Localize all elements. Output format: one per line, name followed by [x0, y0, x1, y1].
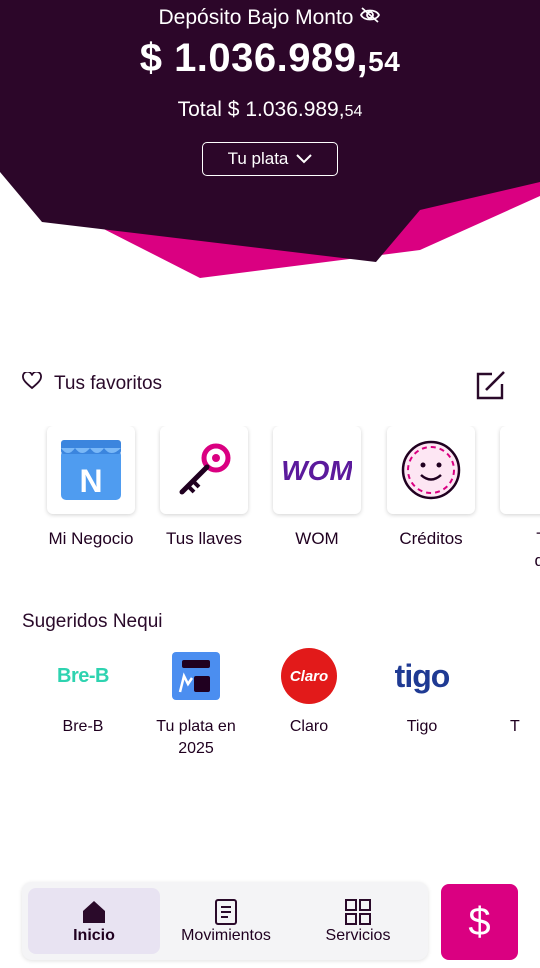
favorite-label: Mi Negocio: [48, 529, 134, 548]
suggested-bre-b[interactable]: Bre-B Bre-B: [28, 646, 138, 738]
suggested-label: Tigo: [406, 718, 438, 735]
smiley-coin-icon: [387, 426, 475, 514]
suggested-tigo[interactable]: tigo Tigo: [367, 646, 477, 738]
tu-plata-label: Tu plata: [227, 149, 289, 168]
suggested-title: Sugeridos Nequi: [22, 611, 163, 632]
claro-logo: Claro: [254, 646, 364, 706]
pay-button[interactable]: $: [441, 884, 518, 960]
tigo-logo: tigo: [394, 657, 451, 694]
store-n-icon: N: [47, 426, 135, 514]
chevron-down-icon: [296, 149, 313, 169]
tu-plata-2025-icon: [141, 646, 251, 706]
home-icon: [81, 897, 107, 927]
favorites-list: N Mi Negocio Tus llaves WOM WOM Créditos…: [0, 426, 540, 586]
favorite-partial[interactable]: Trde: [498, 426, 540, 572]
suggested-label: Tu plata en 2025: [156, 718, 236, 757]
suggested-partial[interactable]: T: [480, 646, 540, 738]
svg-text:N: N: [79, 463, 102, 499]
favorite-tus-llaves[interactable]: Tus llaves: [158, 426, 250, 550]
deposit-title-text: Depósito Bajo Monto: [158, 6, 354, 29]
partial-icon: [480, 646, 540, 706]
wom-logo: WOM: [273, 426, 361, 514]
favorite-label: Trde: [534, 529, 540, 570]
favorite-label: WOM: [295, 529, 339, 548]
nav-label: Movimientos: [181, 927, 271, 944]
suggested-label: T: [510, 718, 520, 735]
document-icon: [213, 897, 239, 927]
nav-inicio[interactable]: Inicio: [28, 888, 160, 954]
edit-favorites-icon[interactable]: [472, 368, 508, 404]
balance-main: $ 1.036.989,: [139, 36, 369, 80]
dollar-icon: $: [468, 899, 491, 944]
nav-movimientos[interactable]: Movimientos: [160, 888, 292, 954]
suggested-tu-plata-2025[interactable]: Tu plata en 2025: [141, 646, 251, 760]
eye-slash-icon[interactable]: [359, 6, 381, 30]
total-cents: 54: [344, 103, 363, 120]
tu-plata-button[interactable]: Tu plata: [202, 142, 338, 176]
favorite-label: Tus llaves: [166, 529, 242, 548]
deposit-title: Depósito Bajo Monto: [0, 6, 540, 30]
favorites-title: Tus favoritos: [54, 373, 163, 394]
nav-label: Servicios: [325, 927, 391, 944]
partial-icon: [500, 426, 540, 514]
bre-b-logo: Bre-B: [57, 664, 109, 687]
favorite-wom[interactable]: WOM WOM: [271, 426, 363, 550]
svg-text:WOM: WOM: [282, 455, 352, 486]
favorite-creditos[interactable]: Créditos: [385, 426, 477, 550]
nav-label: Inicio: [73, 927, 115, 944]
total-main: Total $ 1.036.989,: [177, 98, 345, 121]
favorite-label: Créditos: [399, 529, 463, 548]
key-icon: [160, 426, 248, 514]
nav-servicios[interactable]: Servicios: [292, 888, 424, 954]
favorite-mi-negocio[interactable]: N Mi Negocio: [45, 426, 137, 550]
balance-cents: 54: [368, 46, 401, 77]
grid-icon: [344, 897, 372, 927]
total-amount: Total $ 1.036.989,54: [0, 98, 540, 122]
suggested-claro[interactable]: Claro Claro: [254, 646, 364, 738]
favorites-header: Tus favoritos: [22, 370, 163, 396]
suggested-list: Bre-B Bre-B Tu plata en 2025 Claro Claro…: [0, 646, 540, 776]
balance-amount: $ 1.036.989,54: [0, 36, 540, 81]
heart-icon: [22, 370, 42, 396]
suggested-label: Bre-B: [62, 718, 104, 735]
suggested-label: Claro: [289, 718, 329, 735]
bottom-navigation: Inicio Movimientos Servicios: [22, 882, 428, 960]
